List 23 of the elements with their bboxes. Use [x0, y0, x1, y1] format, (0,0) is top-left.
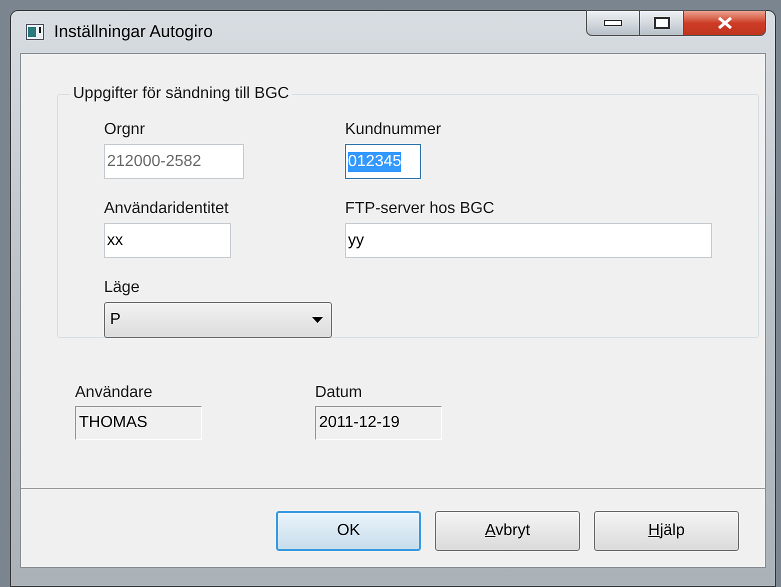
group-title: Uppgifter för sändning till BGC	[72, 84, 290, 104]
readonly-field: 2011-12-19	[315, 406, 442, 440]
dialog-button[interactable]: OK	[276, 511, 421, 551]
field-label: Användare	[75, 383, 154, 403]
field-label: Orgnr	[104, 120, 146, 140]
field-label: FTP-server hos BGC	[345, 199, 496, 219]
app-icon	[26, 24, 44, 40]
dropdown-arrow-icon	[312, 317, 323, 323]
input-field[interactable]: xx	[104, 223, 231, 258]
readonly-field: THOMAS	[75, 406, 202, 440]
close-button[interactable]	[684, 10, 766, 36]
mode-dropdown[interactable]: P	[104, 302, 332, 338]
minimize-button[interactable]	[586, 10, 640, 36]
field-label: Läge	[104, 278, 141, 298]
close-icon	[716, 17, 732, 29]
field-label: Användaridentitet	[104, 199, 230, 219]
window-title: Inställningar Autogiro	[54, 21, 213, 44]
field-label: Datum	[315, 383, 364, 403]
maximize-button[interactable]	[640, 10, 684, 36]
input-field[interactable]: yy	[345, 223, 712, 258]
field-label: Kundnummer	[345, 120, 442, 140]
dialog-button[interactable]: Hjälp	[594, 511, 739, 551]
dialog-button[interactable]: Avbryt	[435, 511, 580, 551]
